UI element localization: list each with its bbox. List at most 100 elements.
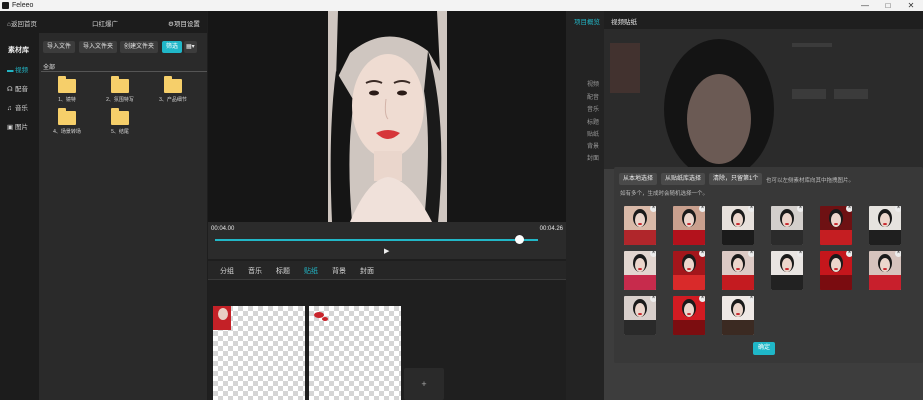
project-settings-button[interactable]: ⚙项目设置 — [168, 18, 200, 28]
remove-thumbnail-button[interactable]: × — [650, 206, 656, 212]
choose-library-button[interactable]: 从贴纸库选择 — [661, 173, 706, 185]
preview-frame — [328, 11, 447, 222]
sticker-thumbnail[interactable]: × — [673, 251, 705, 290]
music-icon: ♫ — [7, 105, 12, 112]
portrait-thumbnail-image — [673, 299, 705, 335]
remove-thumbnail-button[interactable]: × — [895, 251, 901, 257]
nav-item-label: 音乐 — [15, 105, 28, 112]
sticker-thumbnail[interactable]: × — [869, 251, 901, 290]
sticker-thumbnail[interactable]: × — [820, 251, 852, 290]
dialog-hint: 也可以左侧素材库向其中拖拽图片。 — [766, 178, 855, 184]
close-button[interactable]: ✕ — [899, 0, 923, 11]
nav-item[interactable]: ▣ 图片 — [0, 121, 39, 135]
remove-thumbnail-button[interactable]: × — [699, 206, 705, 212]
sticker-thumbnail[interactable]: × — [771, 251, 803, 290]
portrait-thumbnail-image — [820, 209, 852, 245]
project-overview-tab[interactable]: 项目概览 — [574, 16, 600, 26]
portrait-thumbnail-image — [771, 254, 803, 290]
nav-item[interactable]: ☊ 配音 — [0, 83, 39, 97]
sticker-thumbnail[interactable]: × — [820, 206, 852, 245]
clear-keep-first-button[interactable]: 清除，只留第1个 — [709, 173, 763, 185]
sticker-thumbnail[interactable]: × — [722, 296, 754, 335]
library-header: 素材库 — [8, 47, 29, 54]
tab-item[interactable]: 贴纸 — [304, 266, 318, 276]
portrait-thumbnail-image — [673, 254, 705, 290]
folder-item[interactable]: 5、结尾 — [100, 108, 140, 141]
progress-handle[interactable] — [514, 235, 524, 244]
property-label: 贴纸 — [587, 132, 600, 138]
filter-button[interactable]: 筛选 — [162, 41, 183, 53]
media-panel: 导入文件 导入文件夹 创建文件夹 筛选 ▦▾ 全部 1、镜特 2、氛围特写 3、产品… — [39, 33, 207, 400]
maximize-button[interactable]: □ — [876, 0, 900, 11]
lipstick-mark-icon — [314, 312, 328, 321]
tab-item[interactable]: 背景 — [332, 266, 346, 276]
sticker-thumbnail[interactable]: × — [624, 251, 656, 290]
property-label: 配音 — [587, 95, 600, 101]
title-bar: Feleeo — □ ✕ — [0, 0, 923, 11]
tab-item[interactable]: 分组 — [220, 266, 234, 276]
back-home-link[interactable]: ⌂返回首页 — [7, 18, 37, 28]
portrait-thumbnail-image — [722, 254, 754, 290]
nav-item[interactable]: ♫ 音乐 — [0, 102, 39, 116]
import-file-button[interactable]: 导入文件 — [43, 41, 76, 53]
add-sticker-button[interactable]: + — [404, 368, 444, 400]
nav-item-label: 配音 — [15, 86, 28, 93]
remove-thumbnail-button[interactable]: × — [699, 296, 705, 302]
folder-item[interactable]: 1、镜特 — [47, 76, 87, 109]
nav-item[interactable]: ▬ 视频 — [0, 64, 39, 78]
progress-track[interactable] — [215, 239, 538, 241]
folder-item[interactable]: 2、氛围特写 — [100, 76, 140, 109]
playback-bar: 00:04.00 00:04.26 ▶ — [208, 222, 566, 259]
play-button[interactable]: ▶ — [384, 247, 389, 255]
create-folder-button[interactable]: 创建文件夹 — [120, 41, 159, 53]
sticker-thumbnail[interactable]: × — [869, 206, 901, 245]
folder-icon — [164, 76, 182, 93]
app-logo-icon — [2, 2, 9, 9]
left-nav: 素材库 ▬ 视频 ☊ 配音 ♫ 音乐 ▣ 图片 — [0, 11, 39, 400]
folder-icon — [58, 108, 76, 125]
remove-thumbnail-button[interactable]: × — [650, 251, 656, 257]
remove-thumbnail-button[interactable]: × — [846, 206, 852, 212]
import-folder-button[interactable]: 导入文件夹 — [79, 41, 118, 53]
folder-label: 4、场景转场 — [53, 129, 81, 135]
sticker-thumbnail[interactable]: × — [624, 296, 656, 335]
choose-local-button[interactable]: 从本地选择 — [619, 173, 658, 185]
folder-label: 5、结尾 — [111, 129, 129, 135]
property-label: 封面 — [587, 156, 600, 162]
sticker-thumbnail[interactable]: × — [673, 206, 705, 245]
minimize-button[interactable]: — — [853, 0, 877, 11]
portrait-thumbnail-image — [624, 299, 656, 335]
remove-thumbnail-button[interactable]: × — [895, 206, 901, 212]
portrait-thumbnail-image — [722, 299, 754, 335]
remove-thumbnail-button[interactable]: × — [748, 206, 754, 212]
sticker-canvas[interactable] — [213, 306, 305, 400]
folder-breadcrumb: 全部 — [43, 65, 56, 71]
view-toggle-button[interactable]: ▦▾ — [184, 41, 197, 53]
folder-item[interactable]: 4、场景转场 — [47, 108, 87, 141]
sticker-canvas[interactable] — [309, 306, 401, 400]
remove-thumbnail-button[interactable]: × — [748, 251, 754, 257]
media-top-bar: ⌂返回首页 口红爆广 ⚙项目设置 — [0, 11, 207, 33]
remove-thumbnail-button[interactable]: × — [650, 296, 656, 302]
tab-item[interactable]: 音乐 — [248, 266, 262, 276]
dimmed-portrait-image — [604, 29, 923, 169]
sticker-thumbnail[interactable]: × — [624, 206, 656, 245]
remove-thumbnail-button[interactable]: × — [846, 251, 852, 257]
folder-item[interactable]: 3、产品细节 — [153, 76, 193, 109]
confirm-button[interactable]: 确定 — [753, 342, 775, 355]
sticker-thumbnail[interactable]: × — [673, 296, 705, 335]
tab-item[interactable]: 封面 — [360, 266, 374, 276]
remove-thumbnail-button[interactable]: × — [748, 296, 754, 302]
remove-thumbnail-button[interactable]: × — [699, 251, 705, 257]
sticker-thumbnail[interactable]: × — [722, 251, 754, 290]
current-time: 00:04.00 — [211, 226, 235, 232]
tab-item[interactable]: 标题 — [276, 266, 290, 276]
sticker-thumbnail[interactable]: × — [771, 206, 803, 245]
remove-thumbnail-button[interactable]: × — [797, 251, 803, 257]
property-label: 标题 — [587, 120, 600, 126]
sticker-thumbnail[interactable]: × — [722, 206, 754, 245]
portrait-thumbnail-image — [820, 254, 852, 290]
remove-thumbnail-button[interactable]: × — [797, 206, 803, 212]
folder-label: 2、氛围特写 — [106, 97, 134, 103]
portrait-image — [328, 11, 447, 222]
